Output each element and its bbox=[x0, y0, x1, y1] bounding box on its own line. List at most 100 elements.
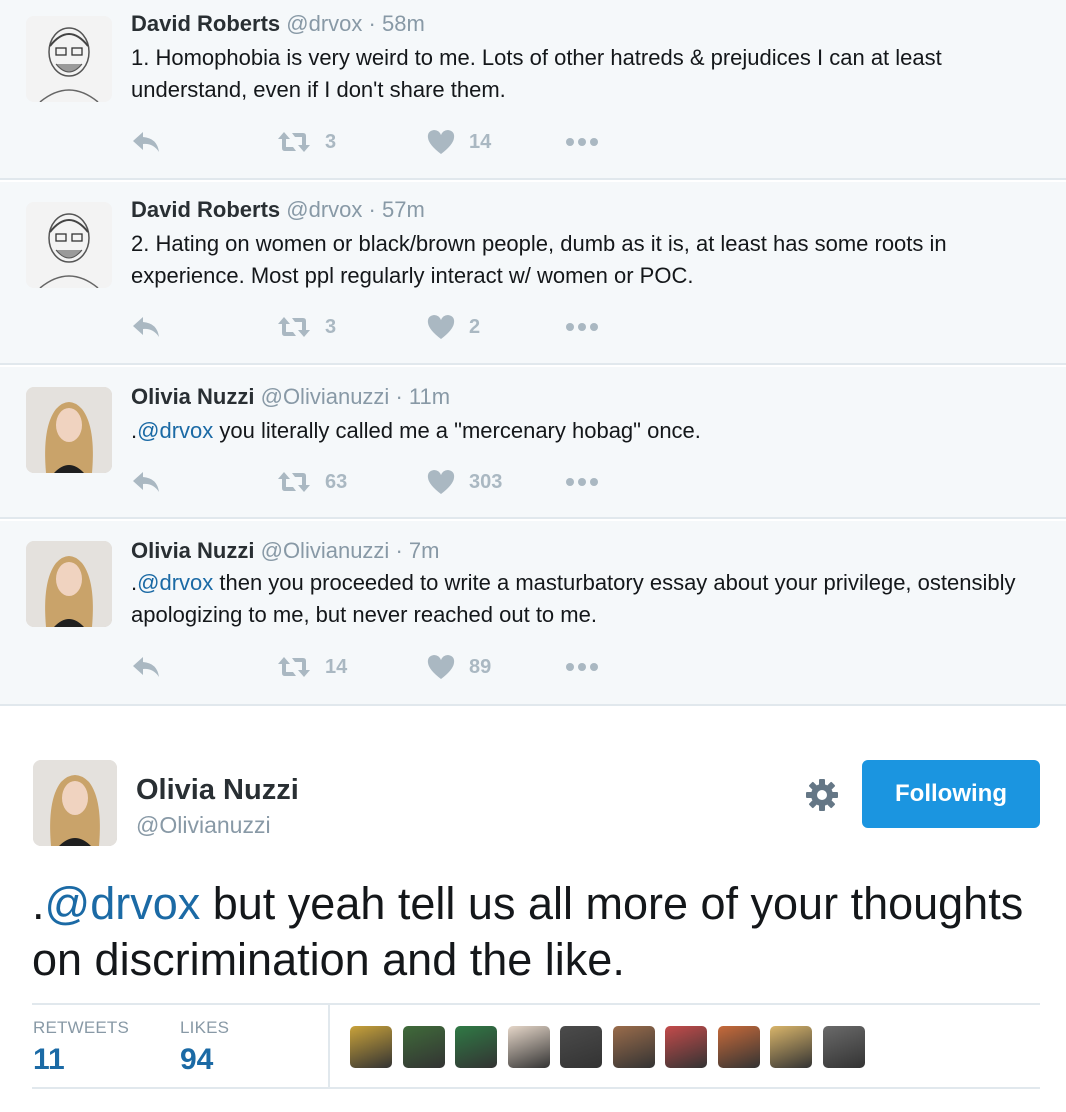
like-count: 303 bbox=[469, 470, 503, 493]
timestamp[interactable]: 7m bbox=[409, 538, 440, 563]
more-button[interactable] bbox=[565, 652, 599, 682]
tweet-actions: 3 2 bbox=[131, 312, 731, 342]
timestamp[interactable]: 57m bbox=[382, 197, 425, 222]
username[interactable]: @drvox bbox=[286, 11, 362, 36]
like-count: 2 bbox=[469, 315, 481, 338]
liker-avatar[interactable] bbox=[455, 1026, 497, 1068]
likes-count[interactable]: 94 bbox=[180, 1043, 213, 1077]
reply-icon bbox=[133, 317, 159, 337]
avatar[interactable] bbox=[26, 541, 112, 627]
liker-avatar[interactable] bbox=[350, 1026, 392, 1068]
following-button[interactable]: Following bbox=[862, 760, 1040, 828]
heart-icon bbox=[427, 655, 455, 679]
gear-icon[interactable] bbox=[804, 777, 840, 813]
username[interactable]: @Olivianuzzi bbox=[261, 384, 390, 409]
username[interactable]: @Olivianuzzi bbox=[261, 538, 390, 563]
username[interactable]: @drvox bbox=[286, 197, 362, 222]
reply-button[interactable] bbox=[131, 652, 161, 682]
tweet-text-body: then you proceeded to write a masturbato… bbox=[131, 570, 1016, 627]
more-button[interactable] bbox=[565, 467, 599, 497]
fullname[interactable]: Olivia Nuzzi bbox=[131, 538, 254, 563]
mention-link[interactable]: @drvox bbox=[137, 570, 213, 595]
retweet-button[interactable]: 14 bbox=[277, 652, 347, 682]
liker-avatars bbox=[350, 1026, 875, 1068]
retweet-icon bbox=[278, 657, 310, 677]
mention-link[interactable]: @drvox bbox=[45, 878, 201, 929]
thread-tweet[interactable]: Olivia Nuzzi @Olivianuzzi · 11m .@drvox … bbox=[0, 367, 1066, 519]
tweet-header: David Roberts @drvox · 57m bbox=[131, 196, 425, 224]
tweet-text-body: 1. Homophobia is very weird to me. Lots … bbox=[131, 45, 942, 102]
fullname[interactable]: David Roberts bbox=[131, 197, 280, 222]
retweet-icon bbox=[278, 132, 310, 152]
liker-avatar[interactable] bbox=[717, 1026, 760, 1068]
tweet-text-body: you literally called me a "mercenary hob… bbox=[213, 418, 701, 443]
reply-icon bbox=[133, 472, 159, 492]
reply-button[interactable] bbox=[131, 467, 161, 497]
separator-dot: · bbox=[395, 538, 403, 563]
more-icon bbox=[566, 478, 598, 486]
retweet-button[interactable]: 3 bbox=[277, 127, 336, 157]
mention-link[interactable]: @drvox bbox=[137, 418, 213, 443]
thread-tweet[interactable]: Olivia Nuzzi @Olivianuzzi · 7m .@drvox t… bbox=[0, 521, 1066, 706]
avatar[interactable] bbox=[26, 387, 112, 473]
main-fullname[interactable]: Olivia Nuzzi bbox=[136, 774, 299, 807]
tweet-header: David Roberts @drvox · 58m bbox=[131, 10, 425, 38]
heart-icon bbox=[427, 470, 455, 494]
more-icon bbox=[566, 663, 598, 671]
tweet-text: 2. Hating on women or black/brown people… bbox=[131, 228, 1041, 292]
like-button[interactable]: 14 bbox=[427, 127, 491, 157]
liker-avatar[interactable] bbox=[665, 1026, 707, 1068]
thread-tweet[interactable]: David Roberts @drvox · 58m 1. Homophobia… bbox=[0, 0, 1066, 180]
tweet-text: .@drvox then you proceeded to write a ma… bbox=[131, 567, 1041, 631]
like-count: 14 bbox=[469, 130, 492, 153]
liker-avatar[interactable] bbox=[402, 1026, 445, 1068]
avatar[interactable] bbox=[26, 16, 112, 102]
retweet-button[interactable]: 63 bbox=[277, 467, 347, 497]
retweet-count: 3 bbox=[325, 315, 337, 338]
retweet-count: 63 bbox=[325, 470, 348, 493]
separator-dot: · bbox=[368, 197, 376, 222]
divider bbox=[32, 1087, 1040, 1089]
liker-avatar[interactable] bbox=[612, 1026, 655, 1068]
reply-button[interactable] bbox=[131, 312, 161, 342]
liker-avatar[interactable] bbox=[822, 1026, 865, 1068]
tweet-actions: 3 14 bbox=[131, 127, 731, 157]
liker-avatar[interactable] bbox=[560, 1026, 602, 1068]
main-username[interactable]: @Olivianuzzi bbox=[136, 812, 271, 839]
fullname[interactable]: David Roberts bbox=[131, 11, 280, 36]
main-avatar[interactable] bbox=[33, 760, 117, 846]
timestamp[interactable]: 11m bbox=[409, 384, 450, 409]
retweets-count[interactable]: 11 bbox=[33, 1043, 65, 1077]
reply-icon bbox=[133, 657, 159, 677]
heart-icon bbox=[427, 315, 455, 339]
like-button[interactable]: 303 bbox=[427, 467, 502, 497]
like-count: 89 bbox=[469, 655, 492, 678]
more-button[interactable] bbox=[565, 312, 599, 342]
avatar[interactable] bbox=[26, 202, 112, 288]
likes-label: LIKES bbox=[180, 1018, 230, 1037]
separator-dot: · bbox=[368, 11, 376, 36]
retweet-count: 14 bbox=[325, 655, 348, 678]
tweet-text-body: 2. Hating on women or black/brown people… bbox=[131, 231, 947, 288]
like-button[interactable]: 89 bbox=[427, 652, 491, 682]
tweet-actions: 63 303 bbox=[131, 467, 731, 497]
retweet-button[interactable]: 3 bbox=[277, 312, 336, 342]
more-icon bbox=[566, 138, 598, 146]
timestamp[interactable]: 58m bbox=[382, 11, 425, 36]
liker-avatar[interactable] bbox=[507, 1026, 550, 1068]
heart-icon bbox=[427, 130, 455, 154]
thread-tweet[interactable]: David Roberts @drvox · 57m 2. Hating on … bbox=[0, 182, 1066, 365]
divider bbox=[328, 1005, 330, 1087]
tweet-actions: 14 89 bbox=[131, 652, 731, 682]
reply-icon bbox=[133, 132, 159, 152]
reply-button[interactable] bbox=[131, 127, 161, 157]
retweets-label: RETWEETS bbox=[33, 1018, 130, 1037]
fullname[interactable]: Olivia Nuzzi bbox=[131, 384, 254, 409]
retweet-count: 3 bbox=[325, 130, 337, 153]
liker-avatar[interactable] bbox=[770, 1026, 812, 1068]
like-button[interactable]: 2 bbox=[427, 312, 480, 342]
tweet-text: .@drvox you literally called me a "merce… bbox=[131, 415, 1041, 447]
more-button[interactable] bbox=[565, 127, 599, 157]
tweet-header: Olivia Nuzzi @Olivianuzzi · 11m bbox=[131, 383, 450, 411]
tweet-text-prefix: . bbox=[32, 878, 45, 929]
